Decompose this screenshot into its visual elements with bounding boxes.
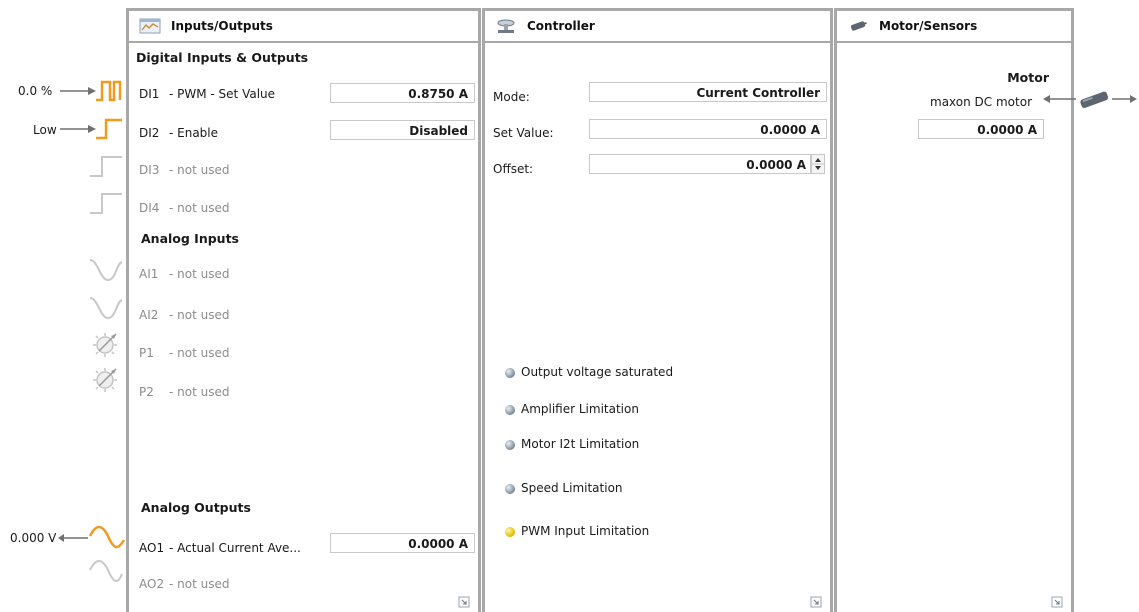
di1-value-field[interactable]: 0.8750 A bbox=[330, 83, 475, 103]
analog-inputs-section-title: Analog Inputs bbox=[141, 231, 239, 246]
ai1-description: - not used bbox=[169, 267, 230, 281]
offset-spinner[interactable] bbox=[811, 154, 825, 174]
di1-external-value: 0.0 % bbox=[18, 84, 53, 98]
offset-value-field[interactable]: 0.0000 A bbox=[589, 154, 811, 174]
indicator-label: Speed Limitation bbox=[521, 481, 623, 495]
controller-panel: Controller Mode: Current Controller Set … bbox=[482, 8, 833, 612]
status-led-icon bbox=[505, 484, 515, 494]
spinner-arrows-icon bbox=[812, 158, 824, 170]
status-led-icon bbox=[505, 440, 515, 450]
ai2-sine-signal-icon bbox=[89, 297, 123, 320]
offset-label: Offset: bbox=[493, 162, 534, 176]
status-led-icon bbox=[505, 405, 515, 415]
p1-potentiometer-icon bbox=[93, 333, 117, 357]
analog-outputs-section-title: Analog Outputs bbox=[141, 500, 251, 515]
ai2-name: AI2 bbox=[139, 308, 159, 322]
ai1-name: AI1 bbox=[139, 267, 159, 281]
motor-heading: Motor bbox=[1007, 70, 1049, 85]
p2-description: - not used bbox=[169, 385, 230, 399]
resize-grip-icon[interactable] bbox=[810, 596, 822, 608]
panel-title: Controller bbox=[527, 19, 595, 33]
di3-name: DI3 bbox=[139, 163, 160, 177]
motor-type: maxon DC motor bbox=[930, 95, 1032, 109]
di2-name: DI2 bbox=[139, 126, 160, 140]
ai1-sine-signal-icon bbox=[89, 259, 123, 282]
di2-enable-signal-icon bbox=[60, 118, 122, 140]
controller-board-icon bbox=[497, 19, 515, 33]
p2-name: P2 bbox=[139, 385, 154, 399]
ao1-external-value: 0.000 V bbox=[10, 531, 57, 545]
controller-header: Controller bbox=[485, 11, 830, 43]
chart-window-icon bbox=[139, 18, 161, 34]
set-value-field[interactable]: 0.0000 A bbox=[589, 119, 827, 139]
di2-description: - Enable bbox=[169, 126, 219, 140]
p1-name: P1 bbox=[139, 346, 154, 360]
set-value-label: Set Value: bbox=[493, 126, 554, 140]
p1-description: - not used bbox=[169, 346, 230, 360]
resize-grip-icon[interactable] bbox=[1051, 596, 1063, 608]
motor-sensors-header: Motor/Sensors bbox=[837, 11, 1071, 43]
di4-name: DI4 bbox=[139, 201, 160, 215]
ao1-description: - Actual Current Ave... bbox=[169, 541, 301, 555]
indicator-label: Amplifier Limitation bbox=[521, 402, 639, 416]
indicator-label: Output voltage saturated bbox=[521, 365, 674, 379]
motor-value-field[interactable]: 0.0000 A bbox=[918, 119, 1044, 139]
panel-title: Motor/Sensors bbox=[879, 19, 978, 33]
di1-pwm-signal-icon bbox=[60, 80, 122, 102]
di3-step-signal-icon bbox=[90, 156, 122, 177]
motor-connector-icon bbox=[1043, 91, 1137, 108]
ai2-description: - not used bbox=[169, 308, 230, 322]
ao1-value-field[interactable]: 0.0000 A bbox=[330, 533, 475, 553]
panel-title: Inputs/Outputs bbox=[171, 19, 273, 33]
motor-sensors-panel: Motor/Sensors Motor maxon DC motor 0.000… bbox=[834, 8, 1074, 612]
mode-value-field[interactable]: Current Controller bbox=[589, 82, 827, 102]
di2-value-field[interactable]: Disabled bbox=[330, 120, 475, 140]
p2-potentiometer-icon bbox=[93, 368, 117, 392]
ao1-output-sine-icon bbox=[58, 525, 126, 549]
status-led-icon bbox=[505, 368, 515, 378]
ao1-name: AO1 bbox=[139, 541, 165, 555]
di2-external-value: Low bbox=[33, 123, 57, 137]
inputs-outputs-header: Inputs/Outputs bbox=[129, 11, 478, 43]
status-led-icon bbox=[505, 527, 515, 537]
ao2-description: - not used bbox=[169, 577, 230, 591]
di3-description: - not used bbox=[169, 163, 230, 177]
motor-icon bbox=[850, 21, 867, 31]
di1-name: DI1 bbox=[139, 87, 160, 101]
di1-description: - PWM - Set Value bbox=[169, 87, 276, 101]
digital-section-title: Digital Inputs & Outputs bbox=[136, 50, 309, 65]
indicator-label: Motor I2t Limitation bbox=[521, 437, 640, 451]
di4-step-signal-icon bbox=[90, 193, 122, 214]
ao2-sine-signal-icon bbox=[89, 560, 123, 582]
ao2-name: AO2 bbox=[139, 577, 165, 591]
di4-description: - not used bbox=[169, 201, 230, 215]
mode-label: Mode: bbox=[493, 90, 530, 104]
inputs-outputs-panel: Inputs/Outputs Digital Inputs & Outputs … bbox=[126, 8, 481, 612]
resize-grip-icon[interactable] bbox=[458, 596, 470, 608]
indicator-label: PWM Input Limitation bbox=[521, 524, 650, 538]
